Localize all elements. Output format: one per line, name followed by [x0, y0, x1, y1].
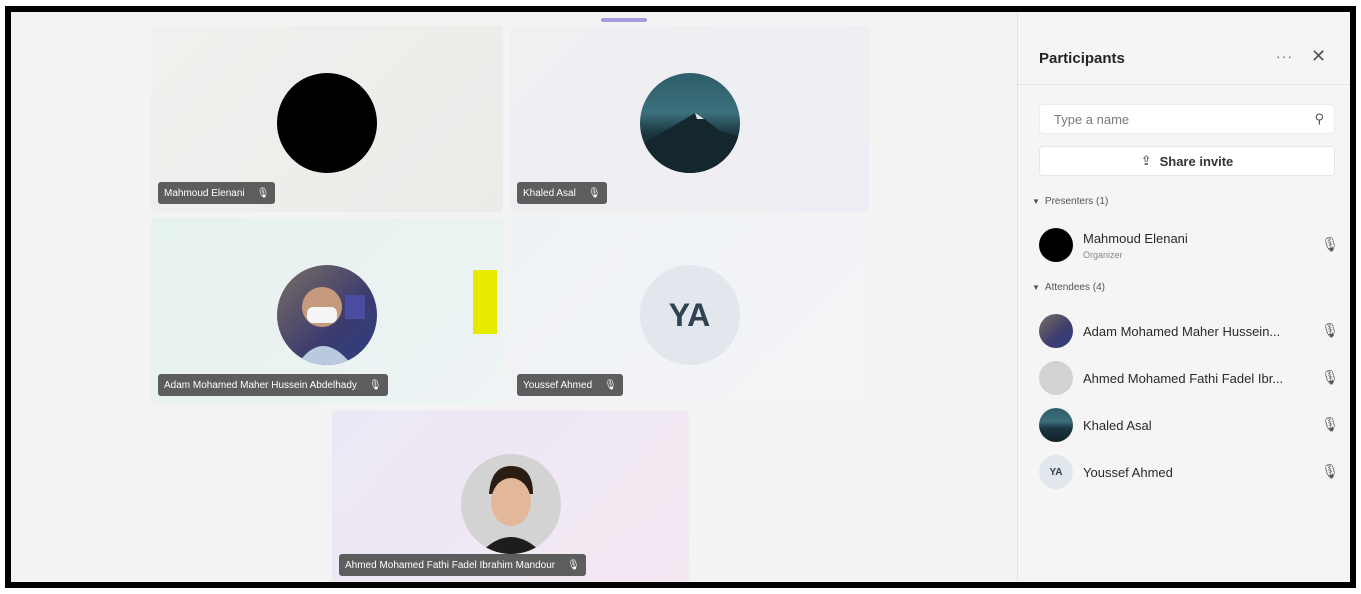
participant-name: Adam Mohamed Maher Hussein...	[1083, 324, 1281, 339]
avatar	[277, 73, 377, 173]
avatar	[1039, 361, 1073, 395]
participant-name: Khaled Asal	[1083, 418, 1152, 433]
yellow-block	[473, 270, 497, 334]
video-tile-youssef[interactable]: YA Youssef Ahmed 🎙	[510, 218, 869, 404]
chevron-down-icon: ▼	[1032, 197, 1040, 206]
search-icon[interactable]: ⚲	[1314, 111, 1324, 127]
search-input[interactable]	[1052, 111, 1296, 128]
person-photo	[478, 466, 543, 554]
attendees-section-toggle[interactable]: ▼ Attendees (4)	[1032, 282, 1105, 293]
avatar	[277, 265, 377, 365]
avatar	[1039, 314, 1073, 348]
mountain-image	[639, 113, 740, 173]
name-tag: Ahmed Mohamed Fathi Fadel Ibrahim Mandou…	[339, 554, 586, 576]
panel-title: Participants	[1039, 50, 1125, 67]
mic-muted-icon: 🎙	[1321, 236, 1339, 252]
participants-panel: Participants ··· ✕ ⚲ ⇪ Share invite ▼ Pre…	[1017, 12, 1350, 582]
share-invite-label: Share invite	[1159, 153, 1234, 169]
share-icon: ⇪	[1140, 153, 1152, 168]
name-tag: Youssef Ahmed 🎙	[517, 374, 623, 396]
participant-row[interactable]: YA Youssef Ahmed 🎙	[1039, 455, 1339, 489]
more-icon[interactable]: ···	[1276, 48, 1293, 64]
mic-muted-icon: 🎙	[587, 187, 601, 199]
name-tag: Mahmoud Elenani 🎙	[158, 182, 276, 204]
search-box: ⚲	[1039, 104, 1335, 134]
active-speaker-indicator	[601, 18, 647, 22]
attendees-label: Attendees (4)	[1044, 282, 1105, 293]
participant-name: Youssef Ahmed	[1083, 465, 1173, 480]
participant-name: Khaled Asal	[523, 187, 576, 199]
chevron-down-icon: ▼	[1032, 283, 1040, 292]
video-tile-ahmed[interactable]: Ahmed Mohamed Fathi Fadel Ibrahim Mandou…	[332, 410, 689, 582]
mic-muted-icon: 🎙	[1321, 463, 1339, 479]
divider	[1018, 84, 1350, 85]
mic-muted-icon: 🎙	[604, 379, 617, 391]
person-photo	[297, 287, 365, 365]
participant-name: Mahmoud Elenani	[1083, 231, 1188, 246]
video-tile-khaled[interactable]: Khaled Asal 🎙	[510, 26, 869, 212]
app-window: Mahmoud Elenani 🎙 Khaled Asal 🎙 Adam Moh…	[5, 6, 1356, 588]
presenters-section-toggle[interactable]: ▼ Presenters (1)	[1032, 196, 1108, 207]
share-invite-button[interactable]: ⇪ Share invite	[1039, 146, 1335, 176]
avatar	[460, 454, 561, 554]
participant-row[interactable]: Khaled Asal 🎙	[1039, 408, 1339, 442]
mic-muted-icon: 🎙	[1321, 369, 1339, 385]
initials-avatar: YA	[1039, 455, 1073, 489]
name-tag: Khaled Asal 🎙	[517, 182, 607, 204]
mic-muted-icon: 🎙	[567, 559, 580, 571]
participant-name: Mahmoud Elenani	[164, 187, 245, 199]
close-icon[interactable]: ✕	[1311, 46, 1326, 67]
participant-name: Ahmed Mohamed Fathi Fadel Ibrahim Mandou…	[345, 559, 556, 571]
avatar	[1039, 408, 1073, 442]
avatar	[1039, 228, 1073, 262]
presenters-label: Presenters (1)	[1044, 196, 1109, 207]
video-tile-adam[interactable]: Adam Mohamed Maher Hussein Abdelhady 🎙	[151, 218, 503, 404]
video-tile-mahmoud[interactable]: Mahmoud Elenani 🎙	[151, 26, 503, 212]
participant-row[interactable]: Ahmed Mohamed Fathi Fadel Ibr... 🎙	[1039, 361, 1339, 395]
name-tag: Adam Mohamed Maher Hussein Abdelhady 🎙	[158, 374, 388, 396]
participant-row[interactable]: Mahmoud Elenani Organizer 🎙	[1039, 228, 1339, 262]
video-stage: Mahmoud Elenani 🎙 Khaled Asal 🎙 Adam Moh…	[11, 12, 1014, 582]
participant-row[interactable]: Adam Mohamed Maher Hussein... 🎙	[1039, 314, 1339, 348]
mic-muted-icon: 🎙	[1321, 416, 1339, 432]
participant-name: Youssef Ahmed	[523, 379, 593, 391]
participant-name: Adam Mohamed Maher Hussein Abdelhady	[164, 379, 357, 391]
initials-avatar: YA	[639, 265, 740, 365]
participant-role: Organizer	[1083, 250, 1123, 260]
avatar	[639, 73, 740, 173]
participant-name: Ahmed Mohamed Fathi Fadel Ibr...	[1083, 371, 1284, 386]
mic-muted-icon: 🎙	[256, 187, 270, 199]
mic-muted-icon: 🎙	[1321, 322, 1339, 338]
mic-muted-icon: 🎙	[368, 379, 382, 391]
